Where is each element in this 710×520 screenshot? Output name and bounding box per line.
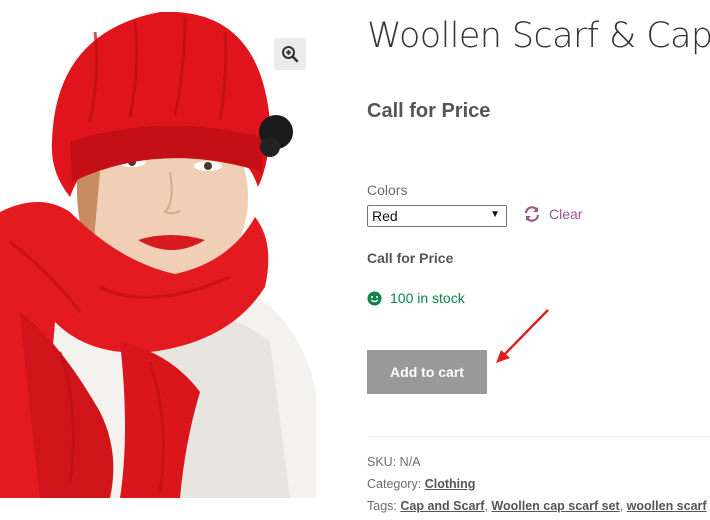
tag-link[interactable]: Woollen cap scarf set	[491, 499, 619, 513]
product-summary: Woollen Scarf & Cap Call for Price Color…	[367, 0, 710, 520]
smiley-icon	[367, 291, 382, 305]
magnifier-plus-icon	[282, 46, 299, 63]
woman-in-red-hat-and-scarf-photo	[0, 12, 316, 498]
colors-select[interactable]: Red ▼	[367, 205, 507, 227]
product-price: Call for Price	[367, 100, 491, 122]
tag-link[interactable]: woollen scarf	[627, 499, 707, 513]
category-label: Category:	[367, 477, 422, 491]
tag-separator: ,	[619, 499, 624, 513]
variation-price: Call for Price	[367, 250, 454, 266]
tags-label: Tags:	[367, 499, 397, 513]
colors-label: Colors	[367, 182, 408, 198]
dropdown-arrow-icon: ▼	[490, 209, 500, 220]
sku-line: SKU: N/A	[367, 455, 421, 469]
stock-text: 100 in stock	[390, 290, 465, 306]
sku-value: N/A	[399, 455, 421, 469]
category-line: Category: Clothing	[367, 477, 475, 491]
stock-status: 100 in stock	[367, 290, 465, 306]
tags-line: Tags: Cap and Scarf, Woollen cap scarf s…	[367, 499, 707, 513]
tag-link[interactable]: Cap and Scarf	[400, 499, 484, 513]
selected-color: Red	[372, 208, 398, 224]
zoom-button[interactable]	[274, 38, 306, 70]
divider	[367, 436, 710, 437]
clear-label: Clear	[549, 206, 583, 222]
product-title: Woollen Scarf & Cap	[367, 16, 710, 56]
sku-label: SKU:	[367, 455, 397, 469]
product-image[interactable]	[0, 12, 316, 498]
category-link[interactable]: Clothing	[425, 477, 476, 491]
clear-button[interactable]: Clear	[523, 206, 582, 222]
add-to-cart-button[interactable]: Add to cart	[367, 350, 487, 394]
tag-separator: ,	[484, 499, 488, 513]
refresh-icon	[524, 206, 540, 222]
